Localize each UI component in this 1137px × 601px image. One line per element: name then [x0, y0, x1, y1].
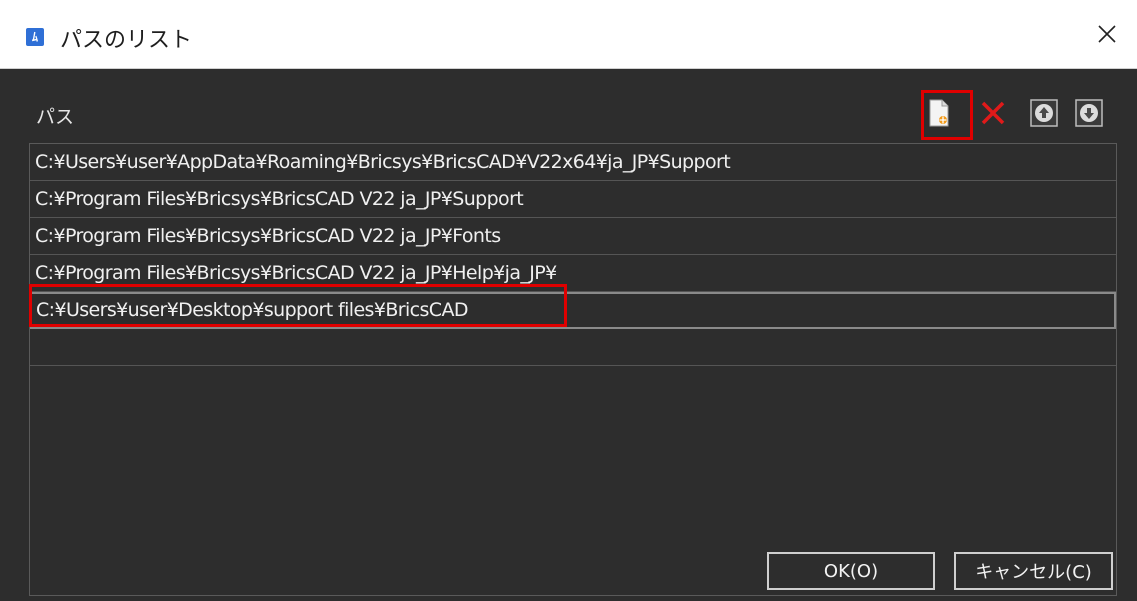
path-row[interactable]: C:¥Program Files¥Bricsys¥BricsCAD V22 ja… — [30, 181, 1116, 218]
path-row[interactable]: C:¥Program Files¥Bricsys¥BricsCAD V22 ja… — [30, 218, 1116, 255]
delete-button[interactable] — [978, 97, 1008, 129]
close-icon — [1098, 25, 1116, 43]
path-list-label: パス — [36, 106, 75, 128]
close-button[interactable] — [1077, 0, 1137, 68]
new-path-icon — [929, 99, 949, 127]
path-row[interactable]: C:¥Program Files¥Bricsys¥BricsCAD V22 ja… — [30, 255, 1116, 292]
move-up-icon — [1030, 99, 1058, 127]
window-title: パスのリスト — [60, 28, 193, 53]
path-list[interactable]: C:¥Users¥user¥AppData¥Roaming¥Bricsys¥Br… — [29, 143, 1117, 596]
path-row[interactable]: C:¥Users¥user¥AppData¥Roaming¥Bricsys¥Br… — [30, 144, 1116, 181]
dialog-body: パス C:¥Users¥user¥AppData¥Roaming¥Bricsys… — [0, 69, 1137, 601]
move-down-icon — [1075, 99, 1103, 127]
new-path-button[interactable] — [924, 97, 954, 129]
path-row-empty[interactable] — [30, 329, 1116, 366]
delete-icon — [981, 101, 1005, 125]
path-row-selected[interactable]: C:¥Users¥user¥Desktop¥support files¥Bric… — [30, 292, 1116, 329]
move-up-button[interactable] — [1029, 97, 1059, 129]
cancel-button[interactable]: キャンセル(C) — [954, 552, 1113, 590]
ok-button[interactable]: OK(O) — [767, 552, 935, 590]
app-icon: ﾑ — [26, 28, 44, 46]
move-down-button[interactable] — [1074, 97, 1104, 129]
title-bar: ﾑ パスのリスト — [0, 0, 1137, 69]
